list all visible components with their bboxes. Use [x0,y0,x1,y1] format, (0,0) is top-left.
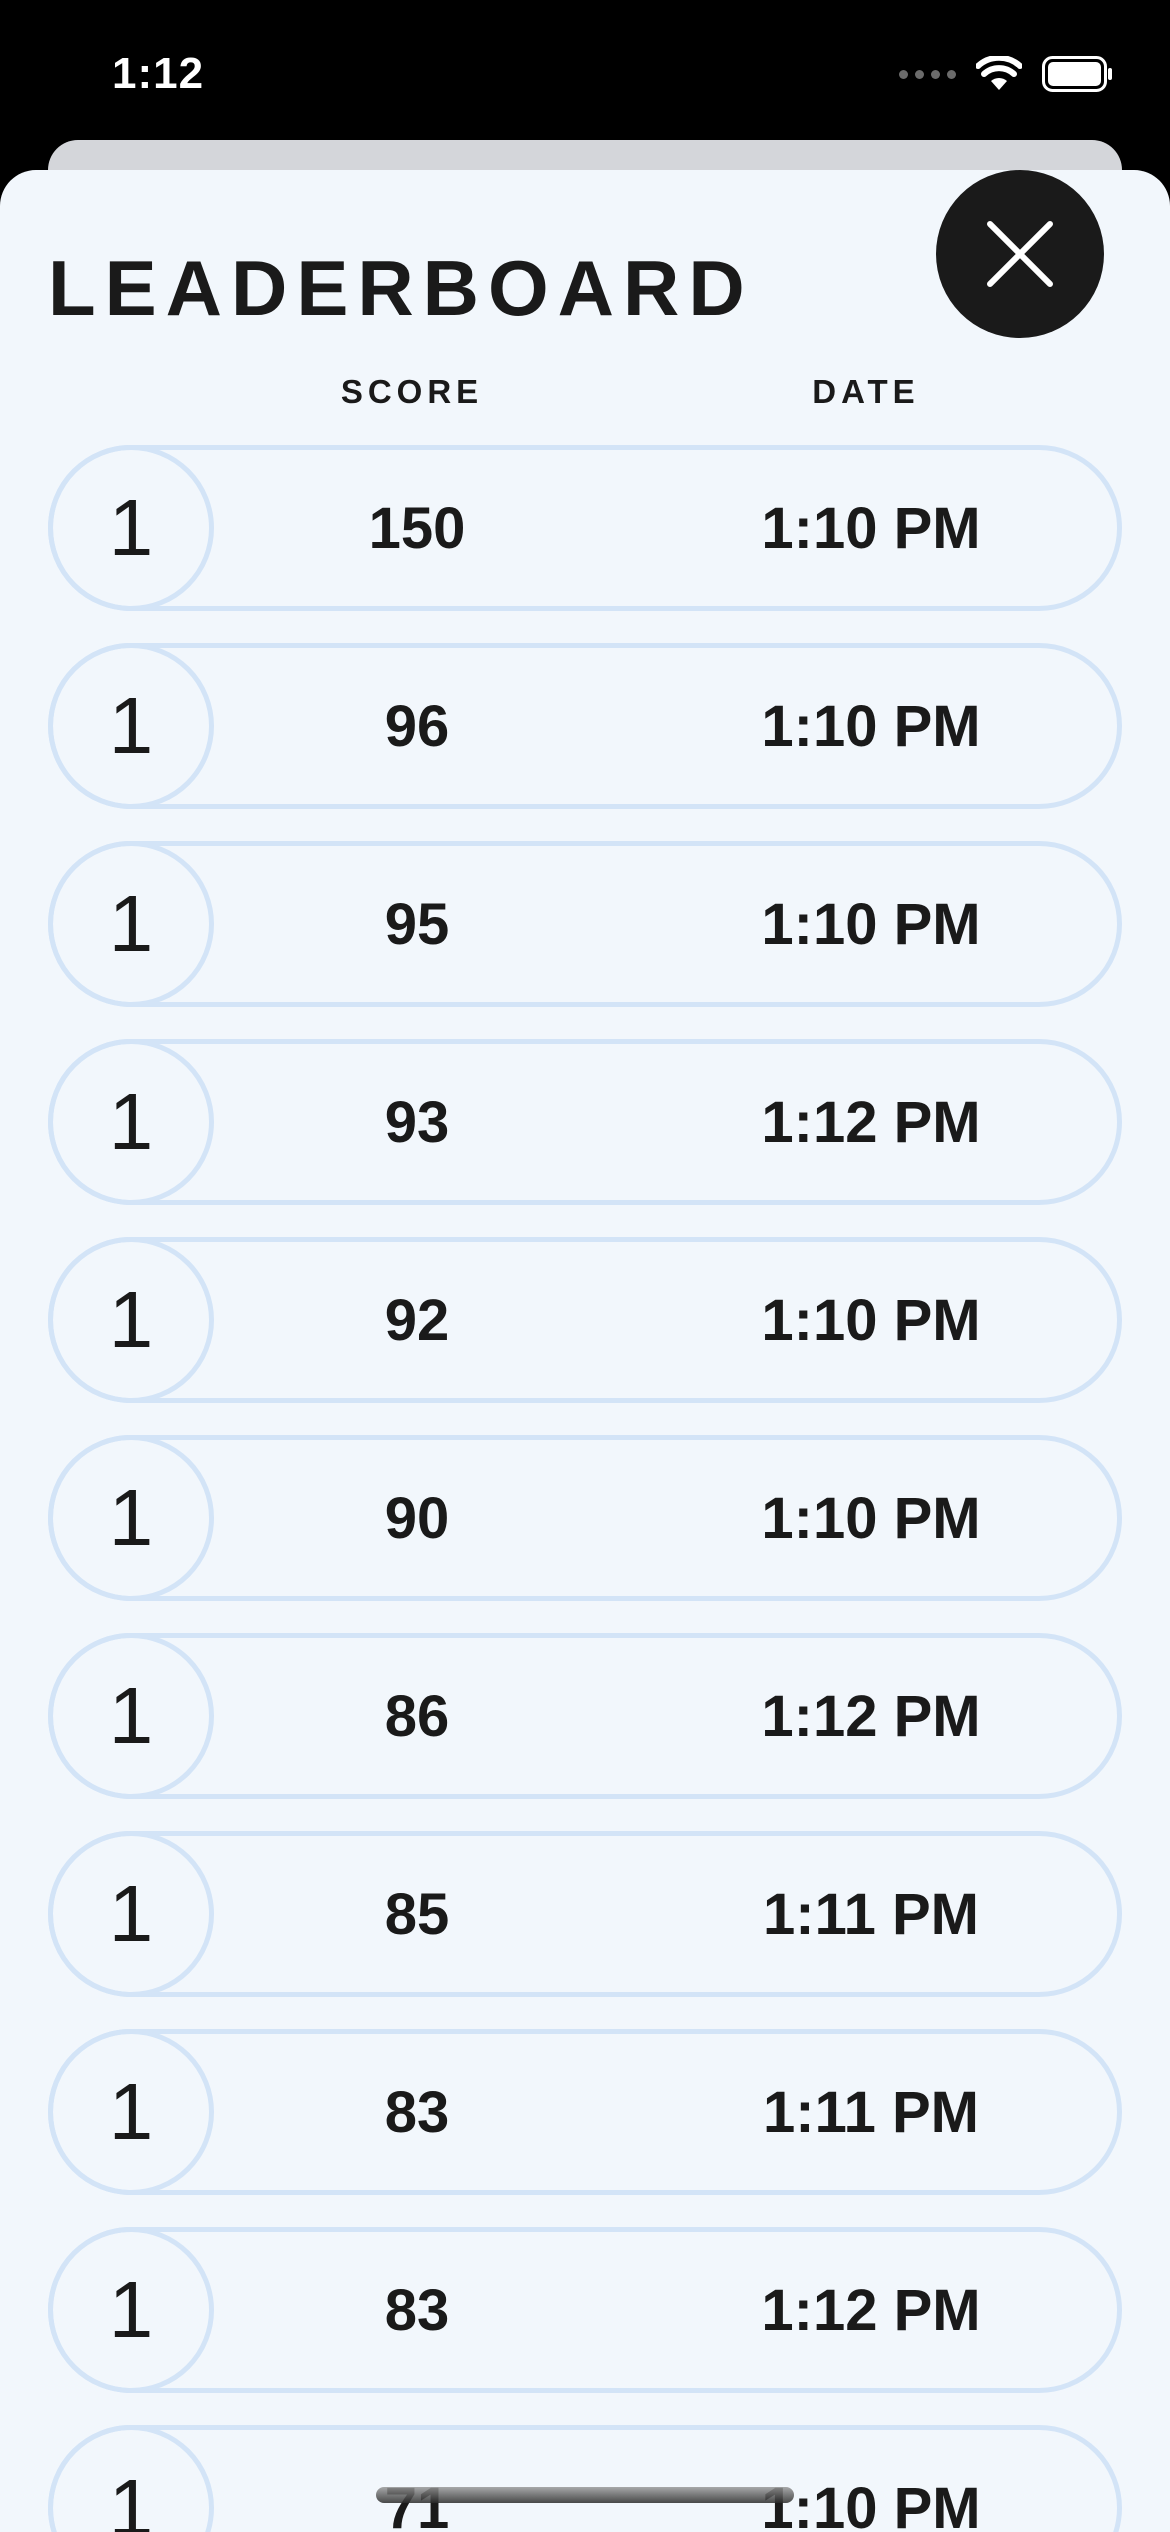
date-value: 1:12 PM [761,2277,981,2343]
rank-badge: 1 [48,1831,214,1997]
home-indicator[interactable] [376,2487,794,2503]
battery-icon [1042,56,1112,92]
date-value: 1:10 PM [761,1485,981,1551]
rank-badge: 1 [48,1237,214,1403]
rank-badge: 1 [48,2029,214,2195]
score-value: 95 [384,891,450,957]
table-row: 1 90 1:10 PM [48,1435,1122,1601]
close-button[interactable] [936,170,1104,338]
cellular-signal-icon [899,69,956,79]
date-column-header: DATE [812,373,920,410]
status-icons [899,52,1114,96]
rank-badge: 1 [48,643,214,809]
rank-badge: 1 [48,2227,214,2393]
score-value: 96 [384,693,450,759]
score-value: 92 [384,1287,450,1353]
rank-badge: 1 [48,1633,214,1799]
date-value: 1:12 PM [761,1683,981,1749]
status-time: 1:12 [112,49,205,98]
wifi-icon [976,56,1022,90]
date-value: 1:10 PM [761,1287,981,1353]
rank-badge: 1 [48,841,214,1007]
table-row: 1 86 1:12 PM [48,1633,1122,1799]
score-value: 85 [384,1881,450,1947]
score-value: 83 [384,2277,450,2343]
date-value: 1:10 PM [761,2475,981,2532]
table-row: 1 85 1:11 PM [48,1831,1122,1997]
date-value: 1:12 PM [761,1089,981,1155]
score-column-header: SCORE [340,373,484,410]
rank-badge: 1 [48,2425,214,2532]
table-row: 1 93 1:12 PM [48,1039,1122,1205]
date-value: 1:11 PM [763,1881,979,1947]
score-value: 90 [384,1485,450,1551]
rank-badge: 1 [48,445,214,611]
leaderboard-list[interactable]: 1 150 1:10 PM 1 96 1:10 PM 1 95 1:10 PM … [48,445,1122,2532]
date-value: 1:11 PM [763,2079,979,2145]
table-row: 1 92 1:10 PM [48,1237,1122,1403]
table-row: 1 83 1:11 PM [48,2029,1122,2195]
score-value: 93 [384,1089,450,1155]
leaderboard-sheet: LEADERBOARD SCORE DATE 1 150 1:10 PM 1 9… [0,170,1170,2532]
rank-badge: 1 [48,1039,214,1205]
score-value: 86 [384,1683,450,1749]
date-value: 1:10 PM [761,891,981,957]
score-value: 150 [368,495,466,561]
rank-badge: 1 [48,1435,214,1601]
date-value: 1:10 PM [761,495,981,561]
page-title: LEADERBOARD [48,244,754,332]
status-bar: 1:12 [0,0,1170,140]
score-value: 71 [384,2475,450,2532]
table-row: 1 150 1:10 PM [48,445,1122,611]
date-value: 1:10 PM [761,693,981,759]
table-row: 1 96 1:10 PM [48,643,1122,809]
table-row: 1 83 1:12 PM [48,2227,1122,2393]
table-row: 1 95 1:10 PM [48,841,1122,1007]
table-row: 1 71 1:10 PM [48,2425,1122,2532]
screen: 1:12 LEADERBOARD SCORE DATE 1 150 1:10 P… [0,0,1170,2532]
score-value: 83 [384,2079,450,2145]
close-icon [987,221,1053,287]
